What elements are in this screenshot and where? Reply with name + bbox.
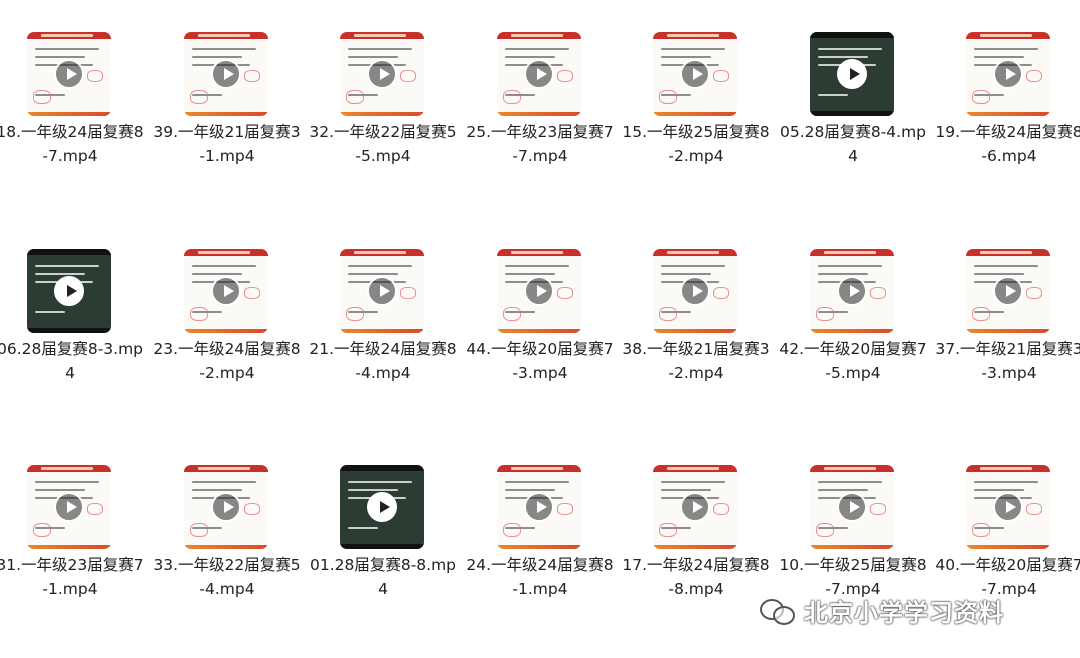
play-icon[interactable]	[367, 492, 397, 522]
play-icon[interactable]	[993, 59, 1023, 89]
video-thumbnail[interactable]	[653, 249, 737, 333]
file-name: 25.一年级23届复赛7-7.mp4	[466, 123, 614, 165]
play-icon[interactable]	[54, 492, 84, 522]
play-icon[interactable]	[993, 276, 1023, 306]
play-icon[interactable]	[993, 492, 1023, 522]
video-thumbnail[interactable]	[340, 249, 424, 333]
file-name: 15.一年级25届复赛8-2.mp4	[622, 123, 770, 165]
video-thumbnail[interactable]	[27, 465, 111, 549]
video-thumbnail[interactable]	[810, 32, 894, 116]
video-thumbnail[interactable]	[497, 465, 581, 549]
video-thumbnail[interactable]	[27, 32, 111, 116]
file-name: 06.28届复赛8-3.mp4	[0, 340, 144, 382]
play-icon[interactable]	[524, 492, 554, 522]
video-thumbnail[interactable]	[184, 32, 268, 116]
play-icon[interactable]	[211, 59, 241, 89]
video-thumbnail[interactable]	[810, 465, 894, 549]
file-name: 18.一年级24届复赛8-7.mp4	[0, 123, 144, 165]
video-thumbnail[interactable]	[966, 32, 1050, 116]
file-name: 31.一年级23届复赛7-1.mp4	[0, 556, 144, 598]
watermark: 北京小学学习资料	[758, 593, 1004, 627]
play-icon[interactable]	[837, 276, 867, 306]
file-name: 42.一年级20届复赛7-5.mp4	[779, 340, 927, 382]
file-name: 19.一年级24届复赛8-6.mp4	[935, 123, 1080, 165]
play-icon[interactable]	[837, 492, 867, 522]
video-thumbnail[interactable]	[184, 465, 268, 549]
wechat-icon	[758, 595, 798, 625]
play-icon[interactable]	[211, 492, 241, 522]
video-thumbnail[interactable]	[340, 32, 424, 116]
video-thumbnail[interactable]	[966, 249, 1050, 333]
file-name: 32.一年级22届复赛5-5.mp4	[309, 123, 457, 165]
video-thumbnail[interactable]	[497, 32, 581, 116]
file-name: 01.28届复赛8-8.mp4	[309, 556, 457, 598]
video-thumbnail[interactable]	[653, 465, 737, 549]
video-thumbnail[interactable]	[966, 465, 1050, 549]
file-name: 37.一年级21届复赛3-3.mp4	[935, 340, 1080, 382]
file-name: 33.一年级22届复赛5-4.mp4	[153, 556, 301, 598]
file-name: 21.一年级24届复赛8-4.mp4	[309, 340, 457, 382]
file-name: 23.一年级24届复赛8-2.mp4	[153, 340, 301, 382]
file-name: 24.一年级24届复赛8-1.mp4	[466, 556, 614, 598]
watermark-text: 北京小学学习资料	[804, 598, 1004, 627]
video-thumbnail[interactable]	[340, 465, 424, 549]
file-name: 38.一年级21届复赛3-2.mp4	[622, 340, 770, 382]
video-thumbnail[interactable]	[184, 249, 268, 333]
file-name: 17.一年级24届复赛8-8.mp4	[622, 556, 770, 598]
play-icon[interactable]	[837, 59, 867, 89]
play-icon[interactable]	[524, 59, 554, 89]
play-icon[interactable]	[367, 276, 397, 306]
play-icon[interactable]	[680, 59, 710, 89]
play-icon[interactable]	[367, 59, 397, 89]
video-thumbnail[interactable]	[497, 249, 581, 333]
video-thumbnail[interactable]	[653, 32, 737, 116]
file-name: 39.一年级21届复赛3-1.mp4	[153, 123, 301, 165]
play-icon[interactable]	[54, 59, 84, 89]
play-icon[interactable]	[680, 276, 710, 306]
play-icon[interactable]	[54, 276, 84, 306]
video-thumbnail[interactable]	[27, 249, 111, 333]
play-icon[interactable]	[211, 276, 241, 306]
file-name: 05.28届复赛8-4.mp4	[779, 123, 927, 165]
play-icon[interactable]	[524, 276, 554, 306]
file-name: 44.一年级20届复赛7-3.mp4	[466, 340, 614, 382]
play-icon[interactable]	[680, 492, 710, 522]
video-thumbnail[interactable]	[810, 249, 894, 333]
